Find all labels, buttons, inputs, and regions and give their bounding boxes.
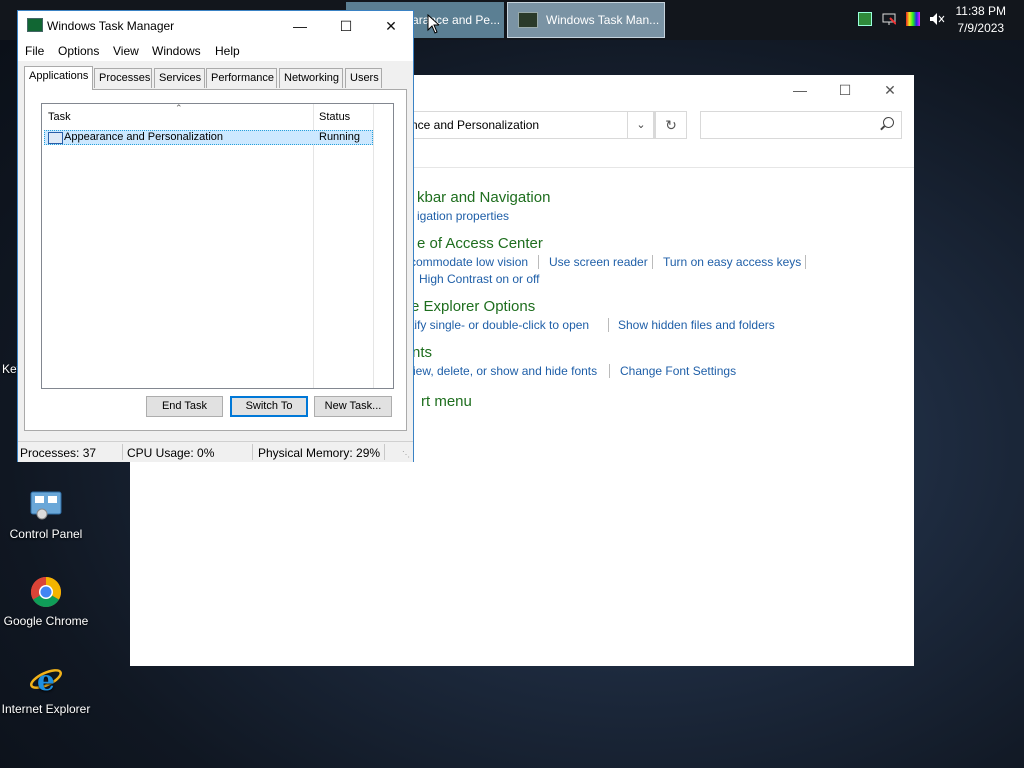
desktop-icon-label: Google Chrome <box>3 614 89 628</box>
link-low-vision[interactable]: commodate low vision <box>410 255 528 269</box>
color-icon[interactable] <box>906 12 920 26</box>
task-list[interactable]: ⌃ Task Status Appearance and Personaliza… <box>41 103 394 389</box>
close-button[interactable]: ✕ <box>376 15 406 37</box>
status-divider <box>122 444 123 460</box>
task-manager-icon <box>518 12 538 28</box>
status-memory: Physical Memory: 29% <box>258 446 381 460</box>
menu-view[interactable]: View <box>113 44 139 58</box>
address-bar[interactable]: nce and Personalization <box>408 111 654 139</box>
row-status: Running <box>319 131 360 143</box>
mouse-cursor-icon <box>427 13 441 34</box>
close-button[interactable]: ✕ <box>879 79 901 101</box>
switch-to-button[interactable]: Switch To <box>230 396 308 417</box>
status-bar: Processes: 37 CPU Usage: 0% Physical Mem… <box>18 441 413 462</box>
task-manager-icon <box>27 18 43 32</box>
sort-indicator-icon: ⌃ <box>175 103 183 113</box>
start-button[interactable] <box>0 0 10 40</box>
category-taskbar-navigation[interactable]: kbar and Navigation <box>417 189 550 206</box>
link-single-double-click[interactable]: tify single- or double-click to open <box>411 318 589 332</box>
category-fonts[interactable]: nts <box>412 344 432 361</box>
link-separator <box>538 255 539 269</box>
maximize-button[interactable]: ☐ <box>834 79 856 101</box>
status-processes: Processes: 37 <box>20 446 97 460</box>
row-task: Appearance and Personalization <box>64 131 224 143</box>
network-icon[interactable] <box>882 12 897 26</box>
menu-file[interactable]: File <box>25 44 44 58</box>
tab-services[interactable]: Services <box>154 68 205 88</box>
desktop-icon-google-chrome[interactable]: Google Chrome <box>0 575 92 628</box>
table-row[interactable]: Appearance and Personalization Running <box>44 130 373 145</box>
clock[interactable]: 11:38 PM 7/9/2023 <box>956 3 1006 37</box>
refresh-button[interactable]: ↻ <box>655 111 687 139</box>
category-ease-of-access[interactable]: e of Access Center <box>417 235 543 252</box>
link-easy-access-keys[interactable]: Turn on easy access keys <box>663 255 801 269</box>
desktop-icon-label: Control Panel <box>9 527 83 541</box>
tab-networking[interactable]: Networking <box>279 68 343 88</box>
resize-grip-icon[interactable]: ⋱ <box>402 450 410 459</box>
app-icon[interactable] <box>858 12 872 26</box>
tab-applications[interactable]: Applications <box>24 66 93 90</box>
window-title: Windows Task Manager <box>47 19 175 33</box>
title-bar[interactable]: Windows Task Manager — ☐ ✕ <box>18 11 413 41</box>
link-hidden-files[interactable]: Show hidden files and folders <box>618 318 775 332</box>
minimize-button[interactable]: — <box>285 15 315 37</box>
link-separator <box>609 364 610 378</box>
category-start-menu[interactable]: rt menu <box>421 393 472 410</box>
link-font-settings[interactable]: Change Font Settings <box>620 364 736 378</box>
maximize-button[interactable]: ☐ <box>331 15 361 37</box>
status-divider <box>384 444 385 460</box>
tab-users[interactable]: Users <box>345 68 382 88</box>
link-screen-reader[interactable]: Use screen reader <box>549 255 648 269</box>
new-task-button[interactable]: New Task... <box>314 396 392 417</box>
menu-options[interactable]: Options <box>58 44 99 58</box>
desktop-icon-label: Internet Explorer <box>1 702 91 716</box>
link-separator <box>805 255 806 269</box>
link-navigation-properties[interactable]: igation properties <box>417 209 509 223</box>
category-file-explorer-options[interactable]: e Explorer Options <box>411 298 535 315</box>
clock-date: 7/9/2023 <box>957 21 1005 35</box>
menu-bar: File Options View Windows Help <box>18 41 413 61</box>
window-app-icon <box>48 132 63 144</box>
link-preview-fonts[interactable]: iew, delete, or show and hide fonts <box>413 364 597 378</box>
internet-explorer-icon: e <box>29 663 63 697</box>
minimize-button[interactable]: — <box>789 79 811 101</box>
svg-text:e: e <box>37 664 55 697</box>
column-header-status[interactable]: Status <box>319 111 350 123</box>
tab-performance[interactable]: Performance <box>206 68 277 88</box>
chrome-icon <box>29 575 63 609</box>
chevron-down-icon[interactable]: ⌄ <box>627 111 655 139</box>
link-separator <box>652 255 653 269</box>
desktop-icon-internet-explorer[interactable]: e Internet Explorer <box>0 663 92 716</box>
menu-help[interactable]: Help <box>215 44 240 58</box>
search-icon <box>883 117 894 128</box>
taskbar-button-task-manager[interactable]: Windows Task Man... <box>507 2 665 38</box>
menu-windows[interactable]: Windows <box>152 44 201 58</box>
column-divider <box>373 104 374 388</box>
column-divider <box>313 104 314 388</box>
status-cpu: CPU Usage: 0% <box>127 446 215 460</box>
control-panel-icon <box>29 488 63 522</box>
volume-muted-icon[interactable] <box>929 12 945 26</box>
clock-time: 11:38 PM <box>955 4 1006 18</box>
link-high-contrast[interactable]: High Contrast on or off <box>419 272 540 286</box>
search-input[interactable] <box>700 111 902 139</box>
link-separator <box>608 318 609 332</box>
desktop-icon-control-panel[interactable]: Control Panel <box>0 488 92 541</box>
status-divider <box>252 444 253 460</box>
taskbar-button-label: Windows Task Man... <box>546 13 660 27</box>
end-task-button[interactable]: End Task <box>146 396 223 417</box>
column-header-task[interactable]: Task <box>48 111 71 123</box>
task-manager-window: Windows Task Manager — ☐ ✕ File Options … <box>17 10 414 462</box>
tab-processes[interactable]: Processes <box>94 68 152 88</box>
